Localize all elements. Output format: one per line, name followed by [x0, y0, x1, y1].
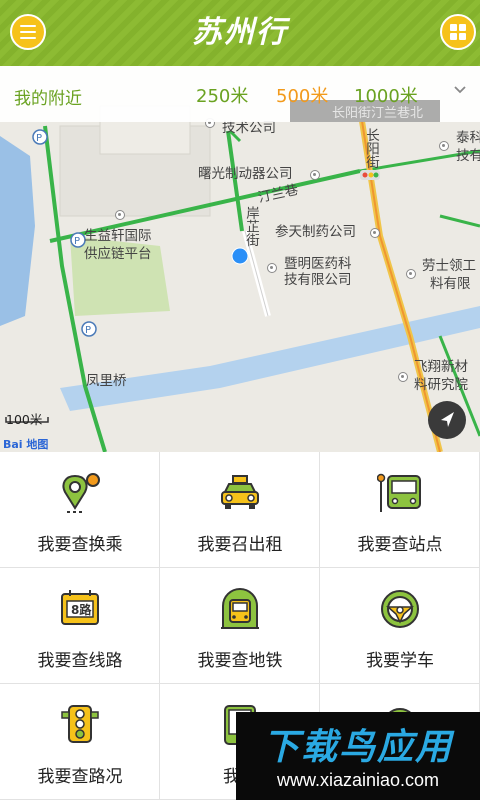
- svg-text:P: P: [85, 325, 91, 336]
- map-label-tai2: 技有: [456, 148, 480, 164]
- bus-stop-icon: [377, 473, 421, 512]
- route-8-icon: 8路: [61, 590, 99, 625]
- feature-label: 我要查线路: [37, 651, 123, 671]
- feature-label: 我要查换乘: [37, 535, 123, 555]
- poi-icon: [406, 269, 416, 279]
- map-label-supply: 供应链平台: [84, 246, 152, 262]
- app-title: 苏州行: [192, 15, 288, 50]
- poi-icon: [310, 170, 320, 180]
- map-label-fengli: 凤里桥: [86, 373, 127, 389]
- grid-icon: [450, 24, 466, 40]
- distance-option-500[interactable]: 500米: [276, 82, 328, 108]
- locate-button[interactable]: [428, 401, 466, 439]
- feature-label: 我要学车: [366, 651, 434, 671]
- feature-label: 我要召出租: [197, 535, 283, 555]
- poi-icon: [115, 210, 125, 220]
- feature-label: 我要查站点: [357, 535, 443, 555]
- poi-icon: [370, 228, 380, 238]
- navigation-arrow-icon: [441, 412, 454, 427]
- map-label-anzhi: 岸芷街: [243, 206, 259, 247]
- subway-icon: [221, 588, 259, 629]
- watermark-url: www.xiazainiao.com: [276, 770, 440, 790]
- feature-label: 我要查地铁: [197, 651, 283, 671]
- map-scale: 100米: [6, 412, 43, 427]
- map-label-changyang: 长阳街: [363, 128, 379, 169]
- taxi-icon: [221, 475, 259, 509]
- svg-text:8路: 8路: [71, 602, 92, 617]
- feature-label: 我要查路况: [37, 767, 123, 787]
- svg-text:P: P: [36, 133, 42, 144]
- poi-icon: [398, 372, 408, 382]
- map-label-motor-co: 曙光制动器公司: [198, 166, 293, 182]
- feature-stations[interactable]: 我要查站点: [320, 452, 480, 568]
- feature-subway[interactable]: 我要查地铁: [160, 568, 320, 684]
- poi-icon: [439, 141, 449, 151]
- menu-button[interactable]: [10, 14, 46, 50]
- feature-taxi[interactable]: 我要召出租: [160, 452, 320, 568]
- feature-traffic[interactable]: 我要查路况: [0, 684, 160, 800]
- svg-text:P: P: [74, 236, 80, 247]
- menu-icon: [20, 25, 36, 39]
- traffic-light-icon: [61, 705, 99, 743]
- watermark: 下载鸟应用 www.xiazainiao.com: [236, 712, 480, 800]
- poi-icon: [267, 263, 277, 273]
- nearby-label: 我的附近: [14, 89, 82, 109]
- baidu-logo: Bai 地图: [3, 438, 49, 451]
- watermark-title: 下载鸟应用: [262, 727, 453, 768]
- map-view[interactable]: P P P 技术公司 长阳街 曙光制动器公司 汀兰巷 岸芷街 生益轩国际 供应链…: [0, 66, 480, 452]
- distance-option-250[interactable]: 250米: [196, 82, 248, 108]
- feature-transfer[interactable]: 我要查换乘: [0, 452, 160, 568]
- steering-wheel-icon: [381, 590, 419, 628]
- map-label-pharma: 参天制药公司: [275, 224, 356, 240]
- map-label-feixiang2: 料研究院: [414, 377, 468, 393]
- map-label-ming2: 技有限公司: [284, 272, 352, 288]
- map-label-labor2: 料有限: [430, 276, 471, 292]
- transfer-pin-icon: [62, 473, 100, 513]
- feature-driving[interactable]: 我要学车: [320, 568, 480, 684]
- distance-option-1000[interactable]: 1000米: [354, 82, 418, 108]
- feature-routes[interactable]: 8路 我要查线路: [0, 568, 160, 684]
- apps-button[interactable]: [440, 14, 476, 50]
- chevron-down-icon[interactable]: [452, 82, 468, 98]
